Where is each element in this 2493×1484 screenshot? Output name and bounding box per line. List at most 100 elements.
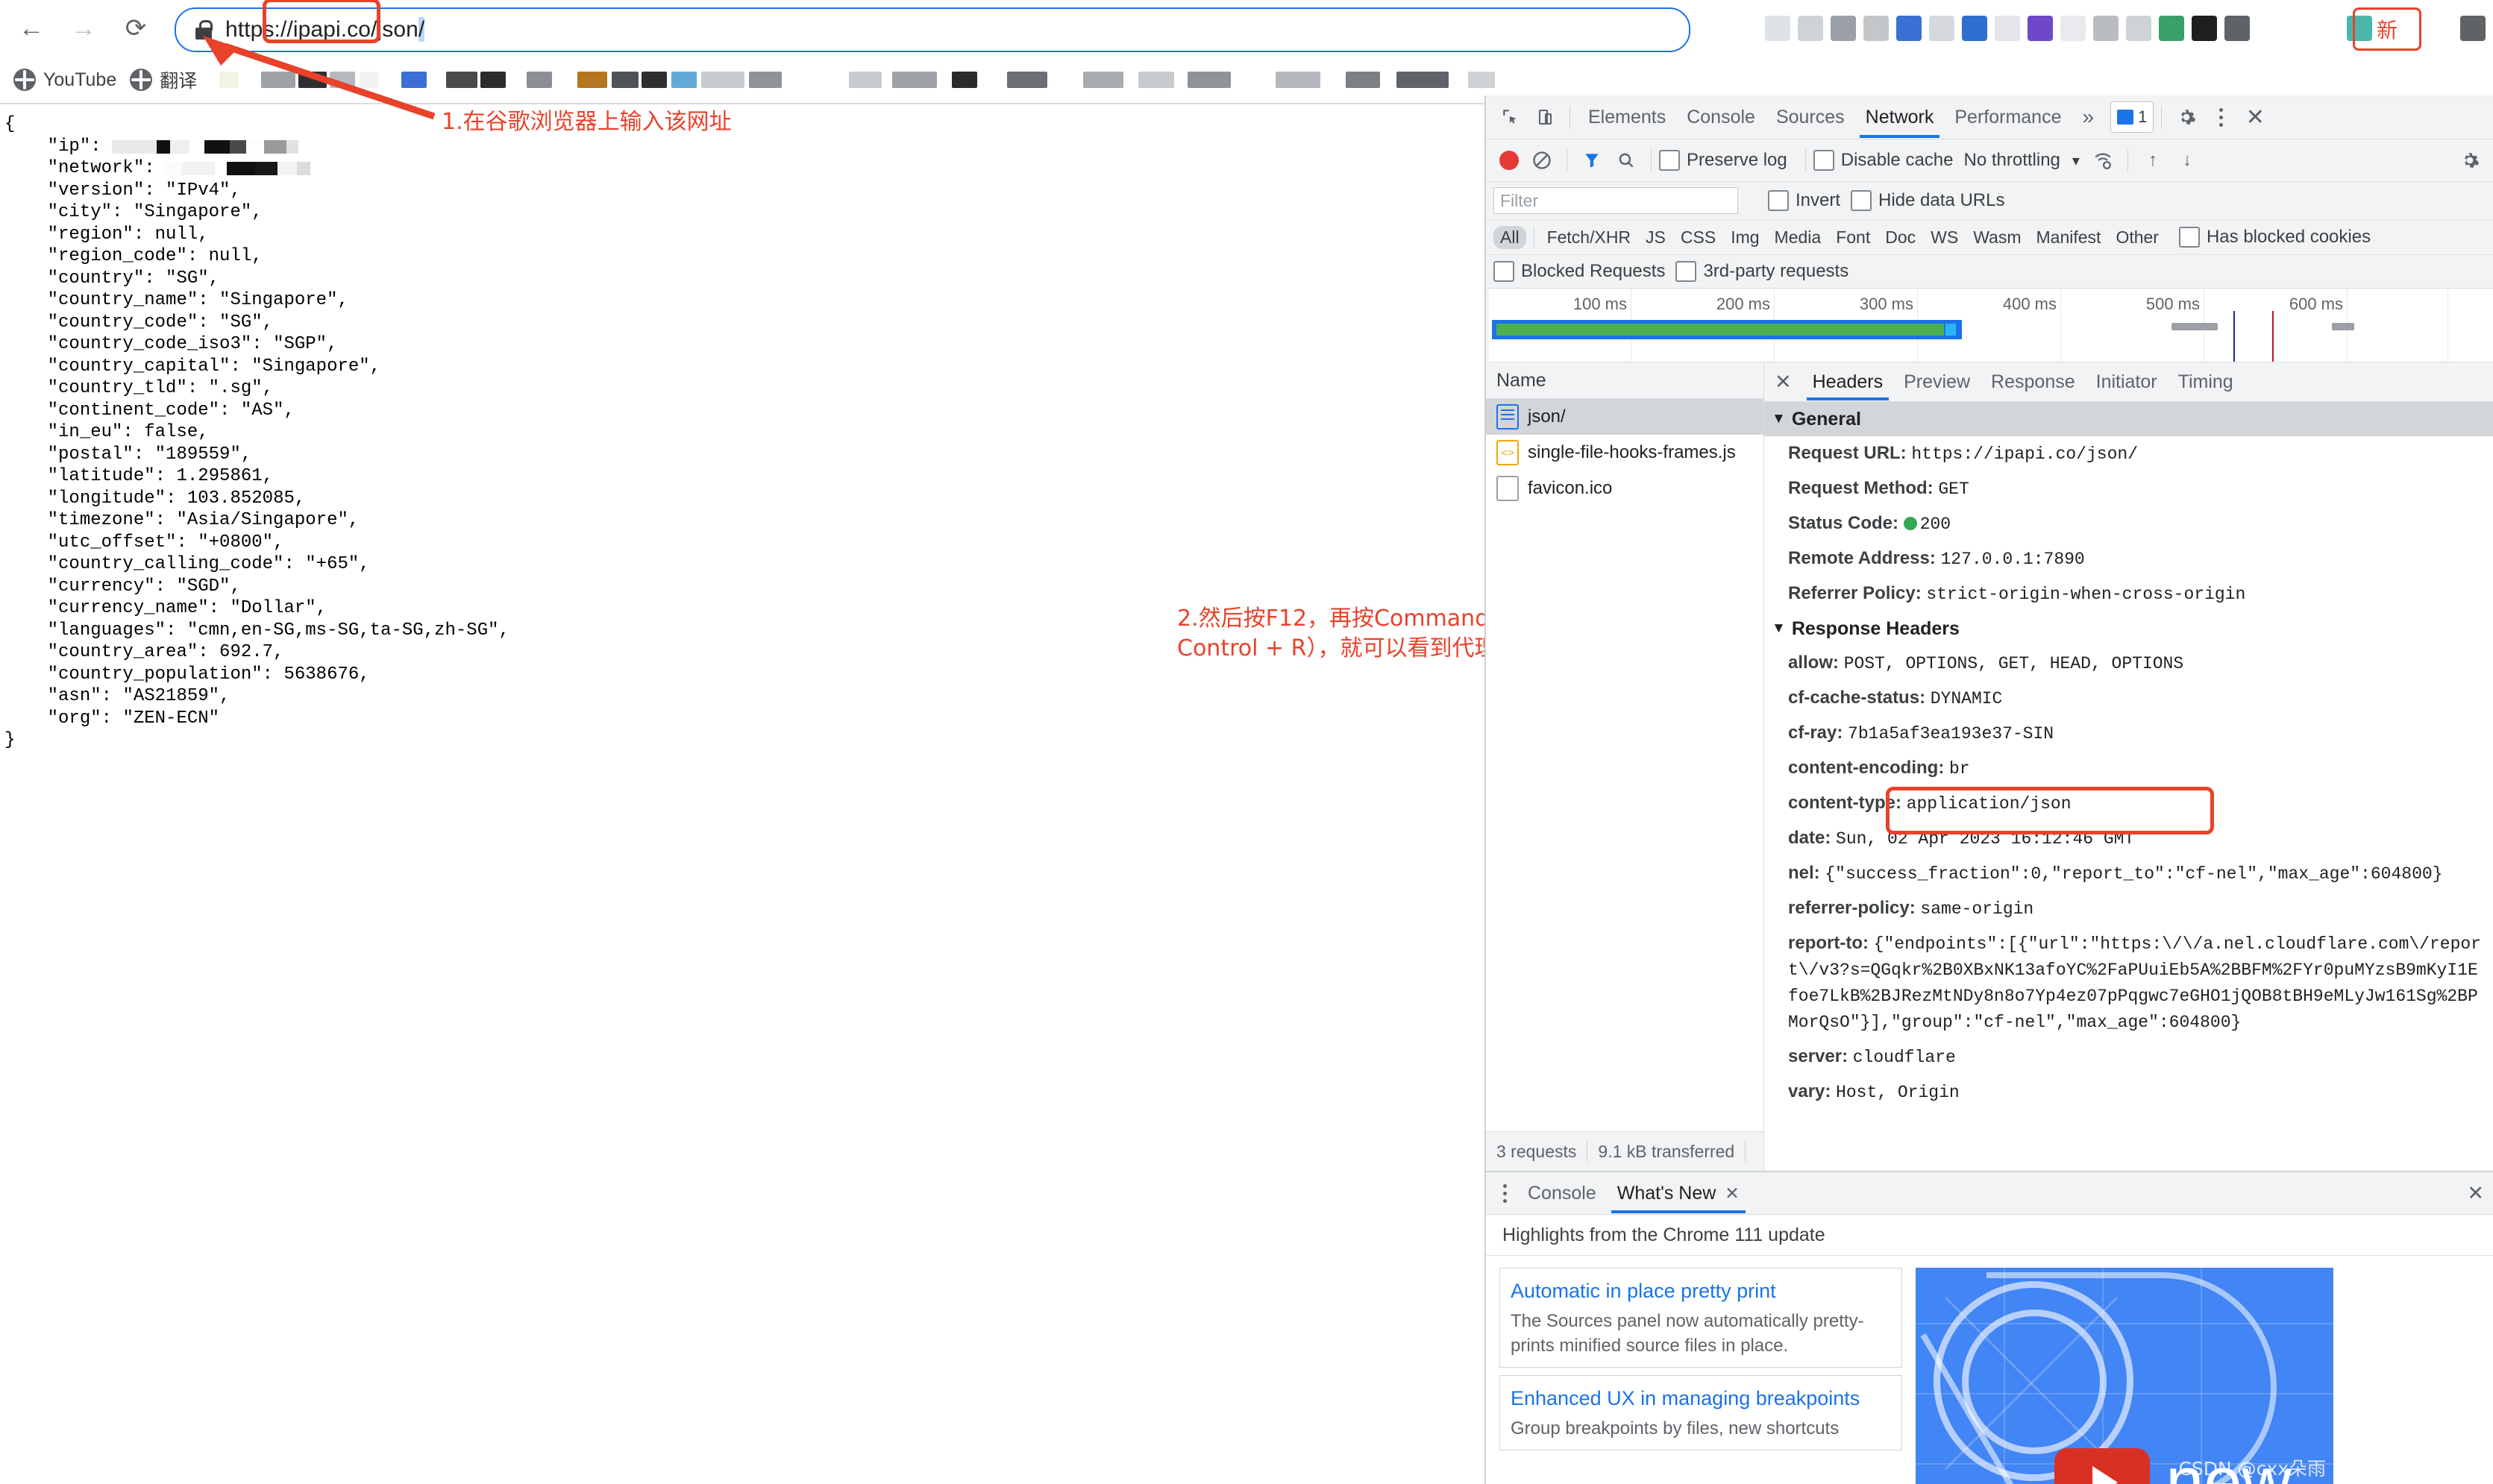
bookmark-redacted[interactable] bbox=[577, 72, 608, 88]
whats-new-card[interactable]: Automatic in place pretty print The Sour… bbox=[1499, 1268, 1902, 1368]
request-row-script[interactable]: <> single-file-hooks-frames.js bbox=[1486, 435, 1763, 471]
type-chip-js[interactable]: JS bbox=[1639, 226, 1672, 249]
section-general[interactable]: ▼ General bbox=[1764, 402, 2493, 436]
close-detail-icon[interactable]: ✕ bbox=[1764, 363, 1802, 400]
extension-icon-1[interactable] bbox=[1798, 16, 1823, 41]
preserve-log-checkbox[interactable]: Preserve log bbox=[1659, 150, 1787, 171]
funnel-icon[interactable] bbox=[1577, 145, 1607, 175]
tab-network[interactable]: Network bbox=[1855, 96, 1945, 138]
bookmark-redacted[interactable] bbox=[330, 72, 356, 88]
network-conditions-icon[interactable] bbox=[2088, 145, 2118, 175]
bookmark-redacted[interactable] bbox=[446, 72, 478, 88]
bookmark-redacted[interactable] bbox=[642, 72, 668, 88]
bookmark-redacted[interactable] bbox=[1468, 72, 1496, 88]
extension-icon-8[interactable] bbox=[2028, 16, 2053, 41]
tab-performance[interactable]: Performance bbox=[1944, 96, 2072, 138]
bookmark-youtube[interactable]: YouTube bbox=[13, 69, 116, 91]
whats-new-card[interactable]: Enhanced UX in managing breakpoints Grou… bbox=[1499, 1375, 1902, 1450]
bookmark-redacted[interactable] bbox=[1276, 72, 1321, 88]
record-button[interactable] bbox=[1499, 151, 1519, 170]
address-bar[interactable]: https://ipapi.co/json/ bbox=[175, 7, 1690, 52]
extension-icon-5[interactable] bbox=[1929, 16, 1954, 41]
extension-icon-9[interactable] bbox=[2060, 16, 2086, 41]
detail-tab-headers[interactable]: Headers bbox=[1802, 363, 1894, 400]
inspect-element-icon[interactable] bbox=[1496, 102, 1525, 132]
export-har-icon[interactable]: ↓ bbox=[2172, 145, 2202, 175]
search-icon[interactable] bbox=[1611, 145, 1641, 175]
has-blocked-cookies-checkbox[interactable]: Has blocked cookies bbox=[2178, 227, 2371, 248]
request-row-favicon[interactable]: favicon.ico bbox=[1486, 471, 1763, 506]
drawer-tab-console[interactable]: Console bbox=[1517, 1173, 1607, 1213]
detail-tab-response[interactable]: Response bbox=[1981, 363, 2086, 400]
extension-icon-14[interactable] bbox=[2224, 16, 2250, 41]
extension-icon-11[interactable] bbox=[2126, 16, 2151, 41]
type-chip-font[interactable]: Font bbox=[1829, 226, 1877, 249]
bookmark-redacted[interactable] bbox=[298, 72, 327, 88]
bookmark-redacted[interactable] bbox=[671, 72, 697, 88]
clear-button[interactable] bbox=[1527, 145, 1557, 175]
type-chip-doc[interactable]: Doc bbox=[1878, 226, 1922, 249]
tab-console[interactable]: Console bbox=[1676, 96, 1766, 138]
type-chip-ws[interactable]: WS bbox=[1924, 226, 1965, 249]
disable-cache-checkbox[interactable]: Disable cache bbox=[1813, 150, 1953, 171]
tab-sources[interactable]: Sources bbox=[1766, 96, 1855, 138]
extension-icon-4[interactable] bbox=[1896, 16, 1922, 41]
hide-data-urls-checkbox[interactable]: Hide data URLs bbox=[1851, 190, 2004, 211]
drawer-tab-whats-new[interactable]: What's New ✕ bbox=[1607, 1173, 1750, 1213]
type-chip-manifest[interactable]: Manifest bbox=[2030, 226, 2108, 249]
bookmark-redacted[interactable] bbox=[1188, 72, 1232, 88]
bookmark-redacted[interactable] bbox=[480, 72, 507, 88]
bookmark-translate[interactable]: 翻译 bbox=[130, 66, 197, 93]
detail-tab-timing[interactable]: Timing bbox=[2168, 363, 2244, 400]
type-chip-media[interactable]: Media bbox=[1768, 226, 1828, 249]
invert-checkbox[interactable]: Invert bbox=[1768, 190, 1840, 211]
close-drawer-icon[interactable]: ✕ bbox=[2456, 1173, 2493, 1213]
bookmark-redacted[interactable] bbox=[849, 72, 882, 88]
bookmark-redacted[interactable] bbox=[952, 72, 978, 88]
detail-tab-initiator[interactable]: Initiator bbox=[2086, 363, 2168, 400]
whats-new-video-promo[interactable]: new CSDN @cxx朵雨 bbox=[1916, 1268, 2333, 1484]
blocked-requests-checkbox[interactable]: Blocked Requests bbox=[1493, 261, 1665, 282]
bookmark-redacted[interactable] bbox=[219, 72, 239, 88]
more-options-icon[interactable] bbox=[2206, 102, 2236, 132]
gear-icon[interactable] bbox=[2171, 102, 2201, 132]
device-toolbar-icon[interactable] bbox=[1530, 102, 1560, 132]
extension-icon-12[interactable] bbox=[2159, 16, 2184, 41]
chrome-menu-icon[interactable] bbox=[2460, 16, 2486, 41]
reload-button[interactable]: ⟳ bbox=[115, 7, 157, 49]
type-chip-wasm[interactable]: Wasm bbox=[1966, 226, 2028, 249]
type-chip-all[interactable]: All bbox=[1493, 225, 1526, 249]
bookmark-redacted[interactable] bbox=[1396, 72, 1449, 88]
bookmark-redacted[interactable] bbox=[749, 72, 783, 88]
bookmark-redacted[interactable] bbox=[401, 72, 427, 88]
bookmark-redacted[interactable] bbox=[1138, 72, 1175, 88]
back-button[interactable]: ← bbox=[10, 7, 52, 49]
youtube-play-icon[interactable] bbox=[2054, 1448, 2150, 1484]
request-list-header[interactable]: Name bbox=[1486, 362, 1763, 399]
bookmark-redacted[interactable] bbox=[527, 72, 553, 88]
forward-button[interactable]: → bbox=[63, 7, 104, 49]
extension-icon-7[interactable] bbox=[1995, 16, 2020, 41]
url-text[interactable]: https://ipapi.co/json/ bbox=[222, 16, 428, 44]
request-row-json[interactable]: json/ bbox=[1486, 399, 1763, 435]
filter-input[interactable]: Filter bbox=[1493, 187, 1738, 214]
extension-icon-13[interactable] bbox=[2192, 16, 2217, 41]
tab-elements[interactable]: Elements bbox=[1578, 96, 1676, 138]
extension-icon-2[interactable] bbox=[1831, 16, 1856, 41]
issues-badge[interactable]: 1 bbox=[2110, 101, 2154, 133]
throttling-select[interactable]: No throttling ▾ bbox=[1963, 150, 2079, 171]
extension-icon-3[interactable] bbox=[1863, 16, 1889, 41]
network-settings-gear-icon[interactable] bbox=[2455, 145, 2485, 175]
card-title-link[interactable]: Enhanced UX in managing breakpoints bbox=[1511, 1385, 1891, 1412]
type-chip-css[interactable]: CSS bbox=[1674, 226, 1722, 249]
type-chip-fetch-xhr[interactable]: Fetch/XHR bbox=[1540, 226, 1637, 249]
bookmark-redacted[interactable] bbox=[360, 72, 380, 88]
import-har-icon[interactable]: ↑ bbox=[2138, 145, 2168, 175]
card-title-link[interactable]: Automatic in place pretty print bbox=[1511, 1277, 1891, 1304]
drawer-more-tools-icon[interactable] bbox=[1492, 1183, 1517, 1203]
close-tab-icon[interactable]: ✕ bbox=[1725, 1183, 1739, 1204]
type-chip-other[interactable]: Other bbox=[2109, 226, 2166, 249]
extension-icon-10[interactable] bbox=[2093, 16, 2119, 41]
bookmark-redacted[interactable] bbox=[261, 72, 296, 88]
close-devtools-icon[interactable]: ✕ bbox=[2240, 102, 2270, 132]
